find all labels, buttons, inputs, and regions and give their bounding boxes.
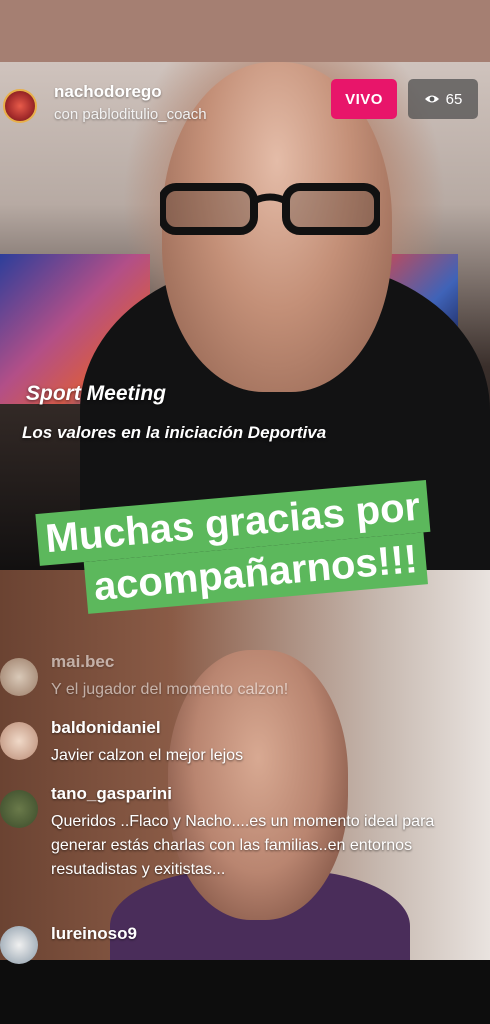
- live-label: VIVO: [345, 90, 383, 108]
- live-header: nachodorego con pabloditulio_coach VIVO …: [0, 74, 490, 130]
- host-avatar[interactable]: [3, 89, 37, 123]
- caption-title: Sport Meeting: [26, 382, 166, 405]
- comment-avatar[interactable]: [0, 790, 38, 828]
- comment-text: Y el jugador del momento calzon!: [51, 681, 289, 698]
- host-username[interactable]: nachodorego: [54, 82, 162, 102]
- viewer-count-badge[interactable]: 65: [408, 79, 478, 119]
- viewer-count: 65: [445, 90, 463, 108]
- comment-avatar[interactable]: [0, 658, 38, 696]
- comment-text: Queridos ..Flaco y Nacho....es un moment…: [51, 813, 435, 878]
- comment-username[interactable]: baldonidaniel: [51, 718, 161, 738]
- guest-username-line[interactable]: con pabloditulio_coach: [54, 106, 207, 123]
- comment-username[interactable]: lureinoso9: [51, 924, 137, 944]
- eye-icon: [424, 95, 439, 103]
- comment-avatar[interactable]: [0, 926, 38, 964]
- comment-avatar[interactable]: [0, 722, 38, 760]
- host-glasses: [160, 183, 380, 235]
- live-badge: VIVO: [331, 79, 397, 119]
- top-strip: [0, 0, 490, 62]
- comment-text: Javier calzon el mejor lejos: [51, 747, 244, 764]
- bottom-bar: [0, 960, 490, 1024]
- caption-subtitle: Los valores en la iniciación Deportiva: [22, 423, 327, 442]
- comment-username[interactable]: mai.bec: [51, 652, 114, 672]
- comment-username[interactable]: tano_gasparini: [51, 784, 172, 804]
